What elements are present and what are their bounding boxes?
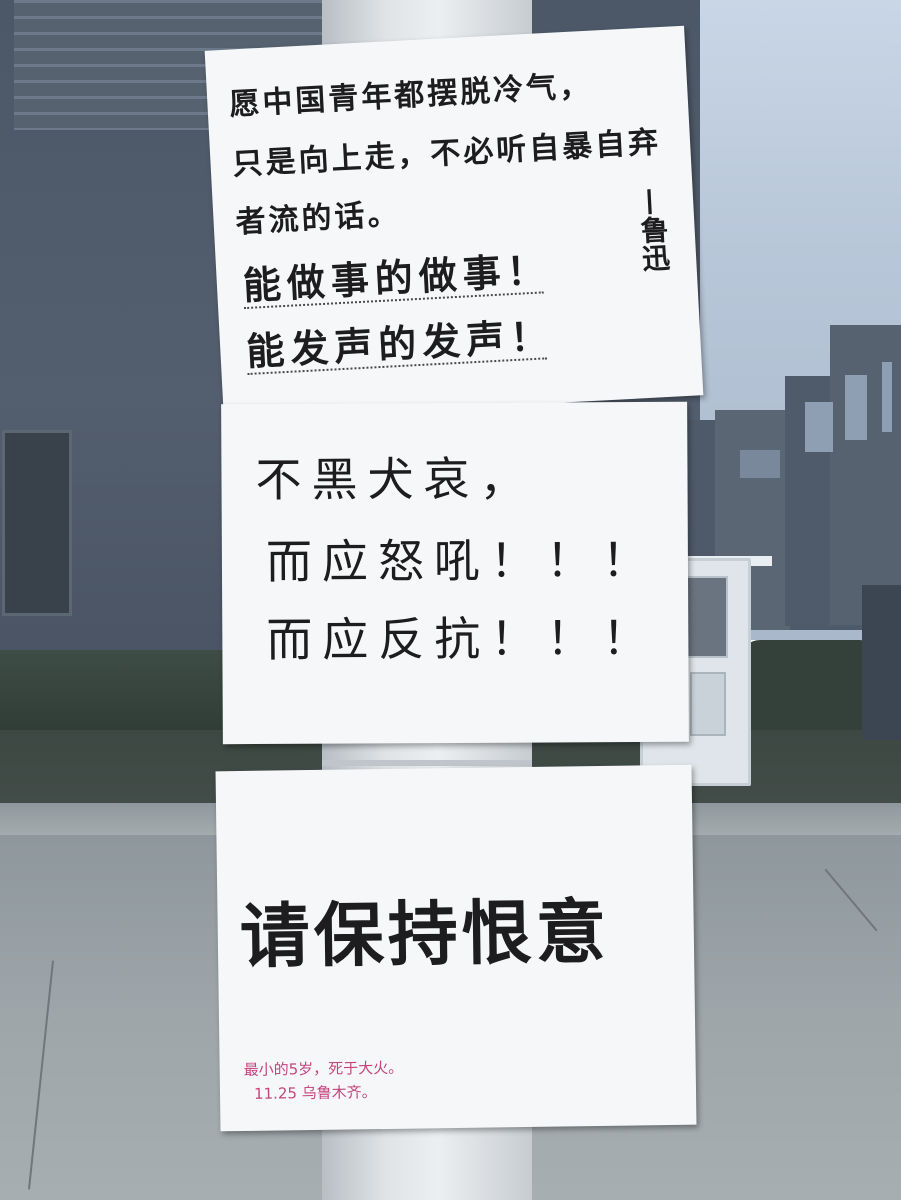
poster-roar: 不黑犬哀， 而应怒吼！！！ 而应反抗！！！ [221,401,689,745]
building-window [805,402,833,452]
poster-keep-anger: 请保持恨意 最小的5岁，死于大火。 11.25 乌鲁木齐。 [215,764,697,1132]
poster-note: 11.25 乌鲁木齐。 [253,1083,377,1103]
building-window [2,430,72,616]
building-window [845,375,867,440]
building-window [882,362,892,432]
poster-line: 不黑犬哀， [255,451,536,508]
quote-attribution: —鲁迅 [634,186,672,273]
poster-line: 而应反抗！！！ [266,610,659,667]
poster-headline: 请保持恨意 [239,890,611,979]
kiosk-panel [690,672,726,736]
hedge [740,640,880,730]
dark-cabinet [862,585,901,740]
poster-note: 最小的5岁，死于大火。 [243,1058,404,1079]
poster-lu-xun-quote: 愿中国青年都摆脱冷气， 只是向上走，不必听自暴自弃 者流的话。 能做事的做事！ … [204,25,704,421]
quote-line: 者流的话。 [234,196,402,241]
poster-line: 而应怒吼！！！ [265,532,659,589]
quote-line: 愿中国青年都摆脱冷气， [228,68,593,123]
kiosk-screen [686,576,728,658]
quote-line: 只是向上走，不必听自暴自弃 [231,125,662,183]
street-scene: 愿中国青年都摆脱冷气， 只是向上走，不必听自暴自弃 者流的话。 能做事的做事！ … [0,0,901,1200]
building-window [740,450,780,478]
pole-band [322,760,532,766]
